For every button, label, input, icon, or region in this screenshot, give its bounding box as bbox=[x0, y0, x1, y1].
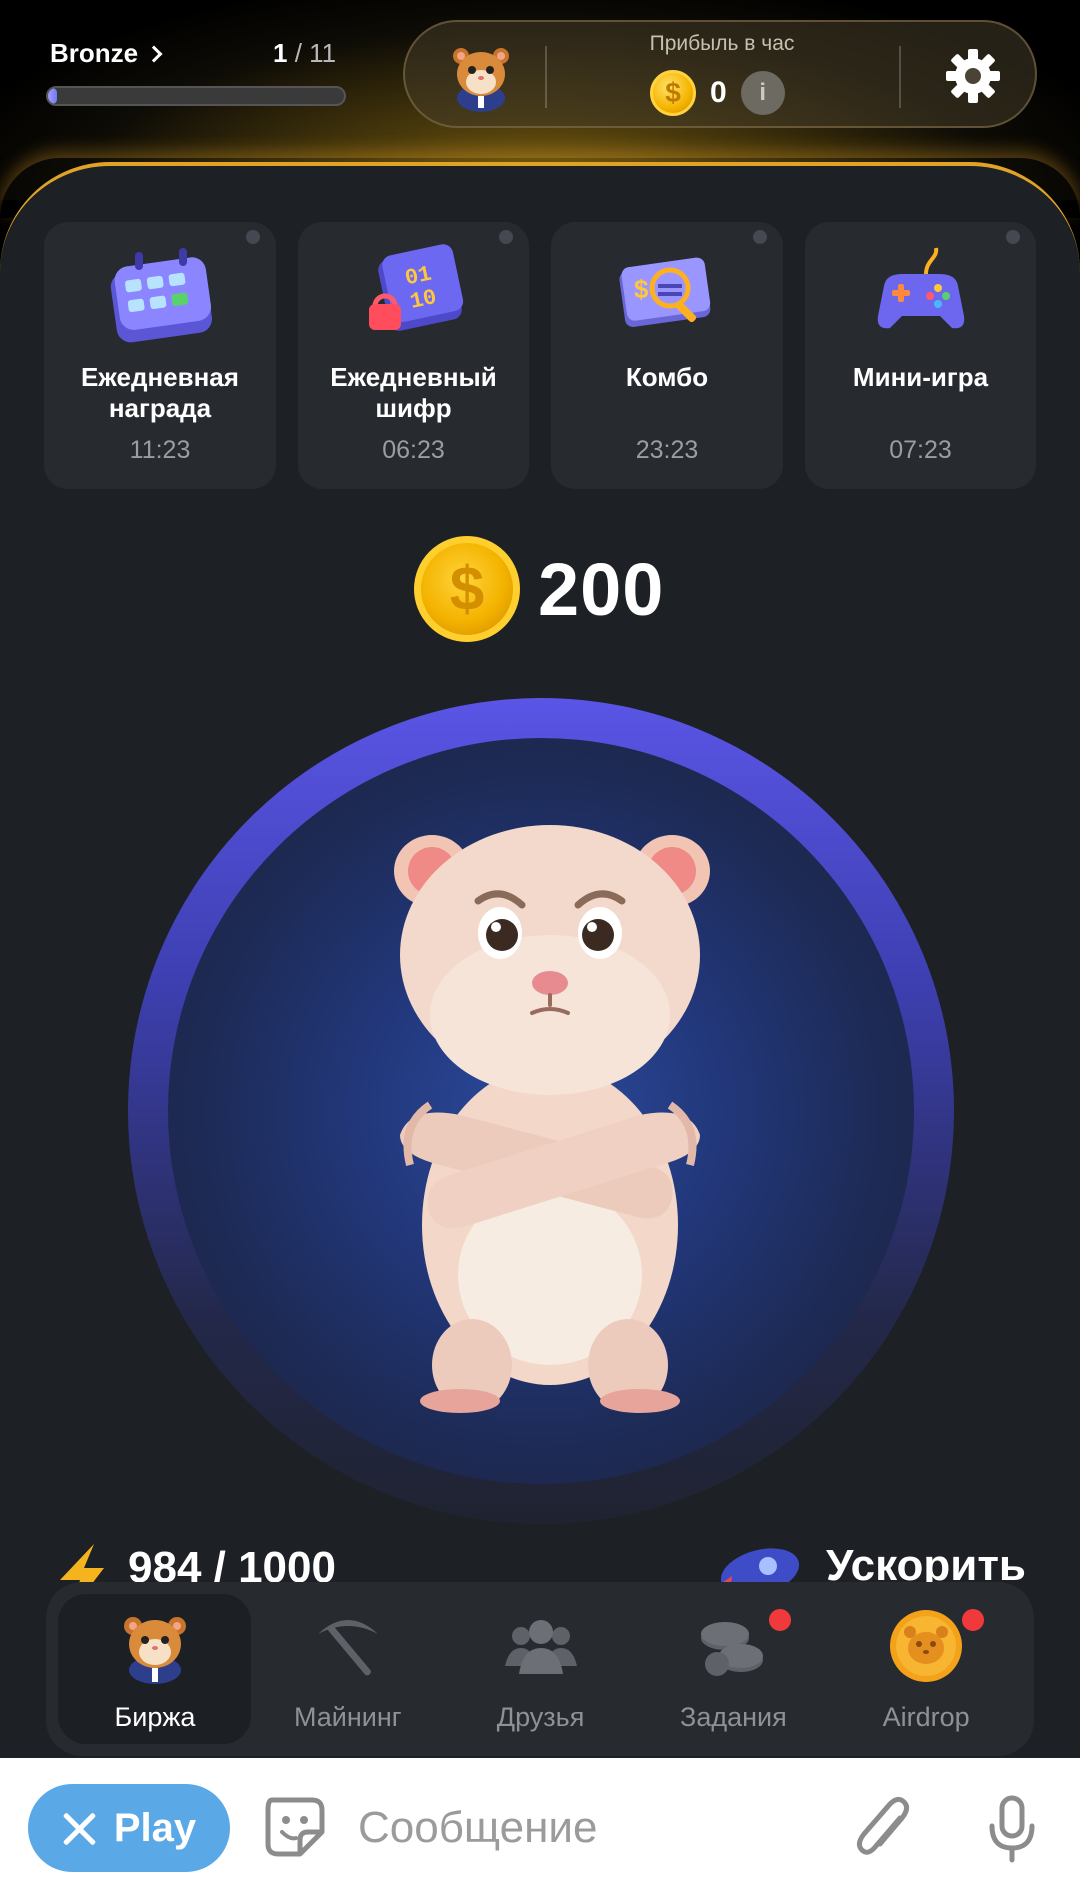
balance-value: 200 bbox=[538, 547, 665, 631]
level-separator: / bbox=[287, 38, 310, 68]
nav-label: Биржа bbox=[114, 1702, 196, 1732]
gamepad-icon bbox=[877, 247, 964, 329]
card-title: Мини-игра bbox=[852, 362, 989, 392]
profit-value: 0 bbox=[710, 76, 727, 109]
nav-label: Майнинг bbox=[293, 1702, 402, 1732]
rank-label: Bronze bbox=[50, 38, 139, 68]
card-timer: 07:23 bbox=[889, 436, 952, 464]
nav-label: Airdrop bbox=[882, 1702, 970, 1732]
info-icon[interactable]: i bbox=[740, 71, 785, 115]
nav-item-tasks[interactable]: Задания bbox=[636, 1594, 829, 1744]
level-progress-bar bbox=[46, 86, 346, 106]
level-current: 1 bbox=[273, 38, 288, 68]
profit-label: Прибыль в час bbox=[649, 32, 795, 55]
status-dot bbox=[499, 230, 513, 244]
message-input[interactable] bbox=[358, 1788, 818, 1868]
status-dot bbox=[245, 230, 260, 244]
settings-gear-icon[interactable] bbox=[945, 48, 1001, 104]
microphone-icon[interactable] bbox=[984, 1794, 1040, 1864]
level-counter: 1 / 11 bbox=[273, 38, 336, 69]
close-icon bbox=[62, 1811, 96, 1845]
status-dot bbox=[752, 230, 767, 244]
nav-label: Друзья bbox=[496, 1702, 585, 1732]
profit-row: $ 0 i bbox=[650, 70, 785, 116]
airdrop-coin-icon bbox=[890, 1610, 963, 1682]
card-title: Комбо bbox=[625, 362, 709, 392]
pill-divider bbox=[899, 46, 901, 108]
coin-icon: $ bbox=[414, 536, 520, 642]
svg-text:$: $ bbox=[634, 274, 649, 304]
notification-badge bbox=[959, 1606, 988, 1634]
card-combo[interactable]: $ Комбо 23:23 bbox=[551, 222, 783, 489]
nav-label: Задания bbox=[680, 1702, 787, 1732]
hamster-character[interactable] bbox=[260, 805, 820, 1415]
level-total: 11 bbox=[309, 38, 337, 68]
play-label: Play bbox=[113, 1805, 197, 1850]
chevron-right-icon bbox=[145, 45, 163, 62]
card-mini-game[interactable]: Мини-игра 07:23 bbox=[804, 222, 1036, 489]
calendar-icon bbox=[110, 248, 212, 343]
hamster-icon bbox=[124, 1617, 186, 1684]
combo-icon: $ bbox=[619, 257, 711, 327]
profit-panel: Прибыль в час $ 0 i bbox=[403, 20, 1037, 128]
rank-link[interactable]: Bronze bbox=[50, 38, 163, 69]
daily-cards: Ежедневная награда 11:23 01 10 Ежедневны… bbox=[44, 222, 1036, 489]
cipher-icon: 01 10 bbox=[368, 244, 463, 331]
notification-badge bbox=[766, 1606, 795, 1634]
message-bar: Play bbox=[0, 1758, 1080, 1896]
sticker-icon[interactable] bbox=[262, 1794, 328, 1860]
close-play-button[interactable]: Play bbox=[28, 1784, 230, 1872]
bottom-nav: Биржа Майнинг Друзья Задания Airdrop bbox=[46, 1582, 1034, 1756]
coin-icon: $ bbox=[650, 70, 696, 116]
card-daily-cipher[interactable]: 01 10 Ежедневный шифр 06:23 bbox=[297, 222, 529, 489]
level-progress-fill bbox=[48, 88, 57, 104]
card-timer: 23:23 bbox=[635, 436, 699, 464]
friends-icon bbox=[504, 1620, 577, 1674]
pickaxe-icon bbox=[317, 1620, 378, 1676]
card-timer: 11:23 bbox=[129, 436, 191, 464]
nav-item-mining[interactable]: Майнинг bbox=[251, 1594, 444, 1744]
card-timer: 06:23 bbox=[382, 436, 445, 464]
card-title: Ежедневная награда bbox=[81, 362, 239, 423]
nav-item-airdrop[interactable]: Airdrop bbox=[829, 1594, 1022, 1744]
card-title: Ежедневный шифр bbox=[330, 362, 497, 423]
card-daily-reward[interactable]: Ежедневная награда 11:23 bbox=[44, 222, 276, 489]
balance: $ 200 bbox=[414, 536, 664, 642]
status-dot bbox=[1006, 230, 1020, 244]
nav-item-friends[interactable]: Друзья bbox=[444, 1594, 637, 1744]
coins-icon bbox=[701, 1622, 764, 1676]
nav-item-exchange[interactable]: Биржа bbox=[58, 1594, 251, 1744]
attach-clip-icon[interactable] bbox=[852, 1796, 914, 1862]
